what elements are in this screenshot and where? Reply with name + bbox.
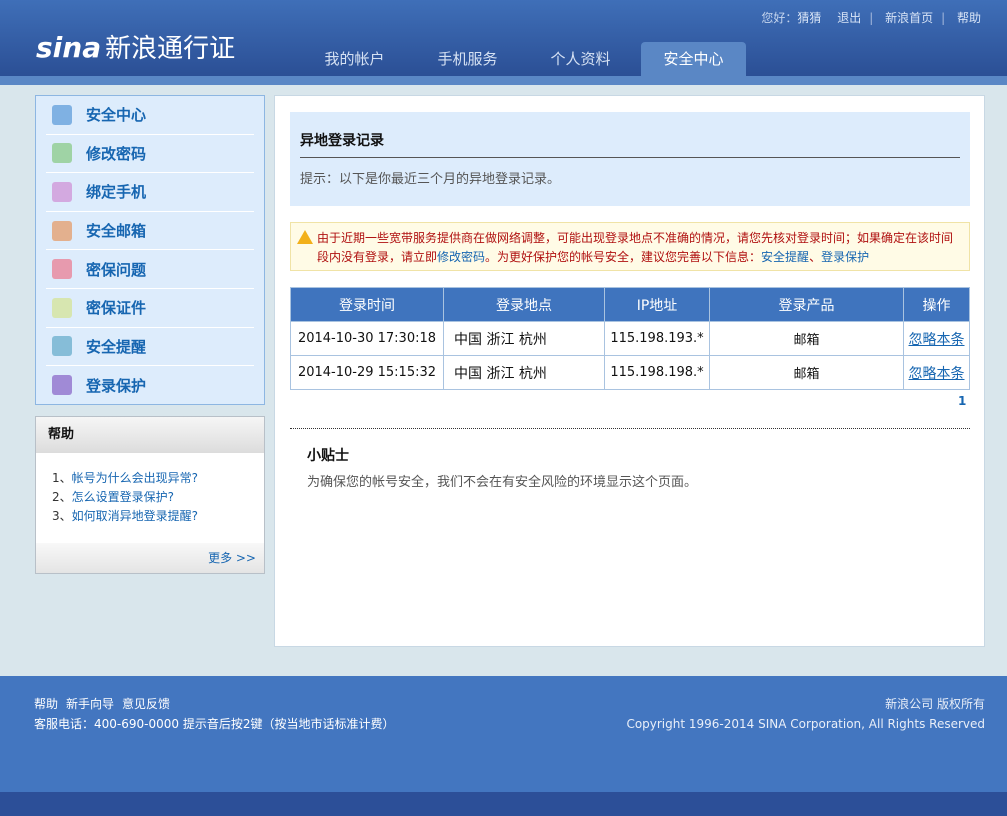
help-title: 帮助 (36, 417, 264, 453)
document-icon (52, 297, 72, 318)
help-link-2[interactable]: 怎么设置登录保护? (72, 490, 174, 504)
footer-feedback-link[interactable]: 意见反馈 (122, 697, 170, 711)
login-location: 中国 浙江 杭州 (443, 355, 605, 390)
help-link-3[interactable]: 如何取消异地登录提醒? (72, 509, 198, 523)
login-records-table: 登录时间 登录地点 IP地址 登录产品 操作 2014-10-30 17:30:… (290, 287, 970, 390)
lock-icon (52, 143, 72, 164)
help-box: 帮助 1、帐号为什么会出现异常? 2、怎么设置登录保护? 3、如何取消异地登录提… (35, 416, 265, 574)
sidebar-item-label: 登录保护 (86, 376, 147, 395)
main-panel: 异地登录记录 提示：以下是你最近三个月的异地登录记录。 由于近期一些宽带服务提供… (274, 95, 985, 647)
col-ip: IP地址 (604, 287, 710, 322)
sina-logo[interactable]: sina 新浪通行证 (36, 28, 235, 65)
tab-security-center[interactable]: 安全中心 (641, 42, 746, 76)
col-product: 登录产品 (709, 287, 904, 322)
sidebar-item[interactable]: 绑定手机 (46, 173, 254, 212)
sidebar-item[interactable]: 密保问题 (46, 250, 254, 289)
ignore-link[interactable]: 忽略本条 (909, 366, 965, 382)
sidebar-item-label: 安全邮箱 (86, 222, 147, 241)
table-row: 2014-10-30 17:30:18 中国 浙江 杭州 115.198.193.*… (290, 321, 970, 356)
login-time: 2014-10-29 15:15:32 (290, 355, 444, 390)
header: sina 新浪通行证 您好：猜猜 退出 | 新浪首页 | 帮助 我的帐户 手机服务 个… (0, 0, 1007, 76)
service-phone: 客服电话：400-690-0000 提示音后按2键（按当地市话标准计费） (34, 717, 395, 731)
warning-box: 由于近期一些宽带服务提供商在做网络调整，可能出现登录地点不准确的情况，请您先核对… (290, 222, 970, 271)
sidebar-item-label: 密保问题 (86, 260, 147, 279)
help-link[interactable]: 帮助 (957, 11, 981, 25)
page-number[interactable]: 1 (958, 394, 966, 408)
login-location: 中国 浙江 杭州 (443, 321, 605, 356)
logout-link[interactable]: 退出 (837, 11, 861, 25)
more-link[interactable]: 更多 >> (208, 551, 256, 565)
tips-section: 小贴士 为确保您的帐号安全，我们不会在有安全风险的环境显示这个页面。 (290, 428, 970, 506)
notice-box: 异地登录记录 提示：以下是你最近三个月的异地登录记录。 (290, 112, 970, 206)
footer-guide-link[interactable]: 新手向导 (66, 697, 114, 711)
login-product: 邮箱 (709, 321, 904, 356)
tab-mobile-service[interactable]: 手机服务 (411, 42, 524, 76)
change-password-link[interactable]: 修改密码 (437, 250, 485, 264)
login-time: 2014-10-30 17:30:18 (290, 321, 444, 356)
col-time: 登录时间 (290, 287, 444, 322)
help-item: 2、怎么设置登录保护? (52, 490, 175, 504)
sidebar: 安全中心修改密码绑定手机安全邮箱密保问题密保证件安全提醒登录保护 (35, 95, 265, 405)
login-product: 邮箱 (709, 355, 904, 390)
sidebar-item[interactable]: 安全中心 (46, 96, 254, 135)
sidebar-item-label: 安全中心 (86, 106, 147, 125)
tips-title: 小贴士 (307, 448, 349, 464)
tab-my-account[interactable]: 我的帐户 (298, 42, 411, 76)
table-row: 2014-10-29 15:15:32 中国 浙江 杭州 115.198.198.*… (290, 355, 970, 390)
header-bar (0, 76, 1007, 85)
sidebar-item-label: 修改密码 (86, 144, 147, 163)
help-item: 1、帐号为什么会出现异常? (52, 471, 199, 485)
sidebar-item-label: 密保证件 (86, 299, 147, 318)
sidebar-item-label: 绑定手机 (86, 183, 147, 202)
copyright: Copyright 1996-2014 SINA Corporation, Al… (626, 717, 985, 731)
footer: 帮助 新手向导 意见反馈 客服电话：400-690-0000 提示音后按2键（按当地… (0, 676, 1007, 792)
company: 新浪公司 版权所有 (885, 697, 985, 711)
monitor-icon (52, 375, 72, 396)
col-action: 操作 (903, 287, 970, 322)
help-item: 3、如何取消异地登录提醒? (52, 509, 199, 523)
ip-address: 115.198.193.* (604, 321, 710, 356)
warning-icon (297, 230, 313, 244)
sidebar-item[interactable]: 安全邮箱 (46, 212, 254, 251)
page-title: 异地登录记录 (300, 130, 960, 158)
hint-text: 提示：以下是你最近三个月的异地登录记录。 (300, 172, 561, 187)
chat-icon (52, 336, 72, 357)
sidebar-item-label: 安全提醒 (86, 337, 147, 356)
footer-help-link[interactable]: 帮助 (34, 697, 58, 711)
tips-text: 为确保您的帐号安全，我们不会在有安全风险的环境显示这个页面。 (307, 475, 698, 490)
ignore-link[interactable]: 忽略本条 (909, 332, 965, 348)
home-icon (52, 104, 72, 125)
phone-icon (52, 181, 72, 202)
sidebar-item[interactable]: 修改密码 (46, 135, 254, 174)
sidebar-item[interactable]: 安全提醒 (46, 328, 254, 367)
ip-address: 115.198.198.* (604, 355, 710, 390)
top-links: 您好：猜猜 退出 | 新浪首页 | 帮助 (761, 11, 981, 25)
tab-profile[interactable]: 个人资料 (524, 42, 637, 76)
help-link-1[interactable]: 帐号为什么会出现异常? (72, 471, 198, 485)
col-location: 登录地点 (443, 287, 605, 322)
mail-icon (52, 220, 72, 241)
edit-icon (52, 259, 72, 280)
username-link[interactable]: 猜猜 (797, 11, 821, 25)
main-tabs: 我的帐户 手机服务 个人资料 安全中心 (298, 42, 746, 76)
sidebar-item[interactable]: 登录保护 (46, 366, 254, 405)
footer-bar (0, 792, 1007, 816)
sina-home-link[interactable]: 新浪首页 (885, 11, 933, 25)
login-protection-link[interactable]: 登录保护 (821, 250, 869, 264)
security-alert-link[interactable]: 安全提醒 (761, 250, 809, 264)
sidebar-item[interactable]: 密保证件 (46, 289, 254, 328)
